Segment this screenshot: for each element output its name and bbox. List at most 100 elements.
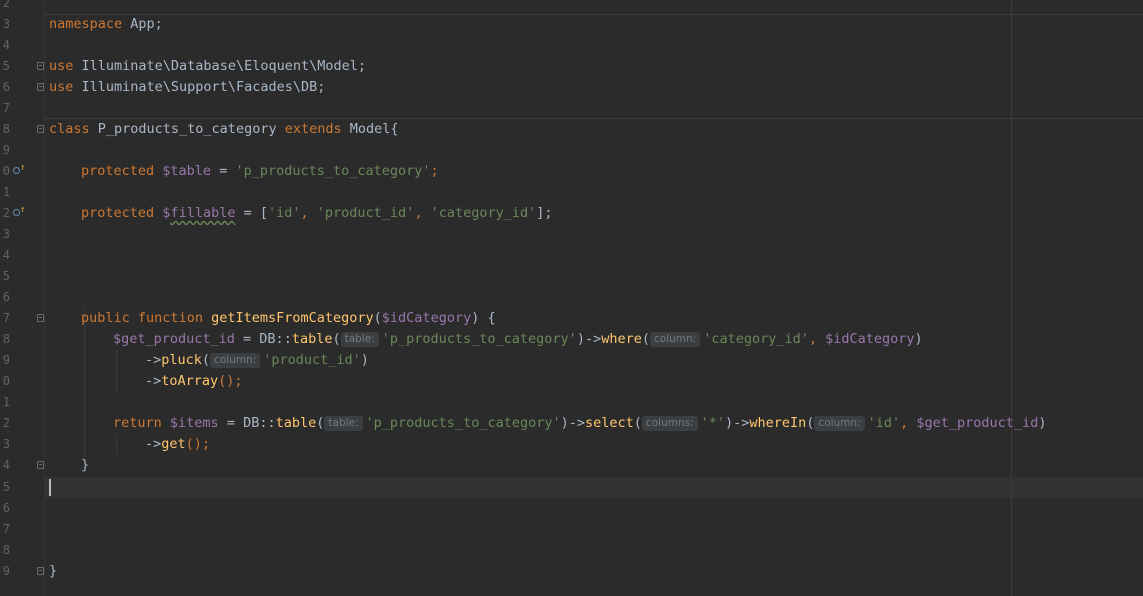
gutter-row[interactable]: 8 xyxy=(0,119,44,140)
parameter-hint: column: xyxy=(650,332,701,347)
gutter-row[interactable]: 0 xyxy=(0,371,44,392)
gutter-row[interactable]: 5 xyxy=(0,266,44,287)
variable: $idCategory xyxy=(825,331,915,347)
code-line-get: ->get(); xyxy=(145,434,210,455)
comma: , xyxy=(808,331,826,347)
gutter-row[interactable]: 0 ↑ xyxy=(0,161,44,182)
string: 'p_products_to_category' xyxy=(365,415,561,431)
line-number: 3 xyxy=(2,437,10,451)
gutter-row[interactable]: 2 xyxy=(0,0,44,14)
fold-marker-icon[interactable] xyxy=(37,125,44,133)
code-text: = xyxy=(211,163,236,179)
line-number: 7 xyxy=(2,101,10,115)
gutter-row[interactable]: 6 xyxy=(0,77,44,98)
overrides-icon[interactable] xyxy=(13,167,20,174)
variable: $get_product_id xyxy=(113,331,235,347)
line-number: 8 xyxy=(2,332,10,346)
keyword: extends xyxy=(284,121,342,137)
gutter-row[interactable]: 4 xyxy=(0,455,44,476)
gutter-row[interactable]: 7 xyxy=(0,519,44,540)
class-name: P_products_to_category xyxy=(89,121,285,137)
comma: , xyxy=(300,205,317,221)
gutter-row[interactable]: 8 xyxy=(0,540,44,561)
gutter-row[interactable]: 1 xyxy=(0,182,44,203)
gutter-row[interactable]: 8 xyxy=(0,329,44,350)
line-number: 6 xyxy=(2,290,10,304)
string: 'category_id' xyxy=(430,205,537,221)
method-call: table xyxy=(291,331,333,347)
line-number: 7 xyxy=(2,311,10,325)
fold-marker-icon[interactable] xyxy=(37,461,44,469)
line-number: 3 xyxy=(2,17,10,31)
code-text: = DB:: xyxy=(218,415,276,431)
keyword: protected xyxy=(81,163,155,179)
variable: $get_product_id xyxy=(916,415,1039,431)
string: 'id' xyxy=(867,415,901,431)
function-name: getItemsFromCategory xyxy=(211,310,374,326)
code-line-fillable-prop: protected $fillable = ['id', 'product_id… xyxy=(81,203,553,224)
fold-marker-icon[interactable] xyxy=(37,62,44,70)
line-number: 5 xyxy=(2,480,10,494)
fold-marker-icon[interactable] xyxy=(37,83,44,91)
keyword: public xyxy=(81,310,130,326)
parameter-hint: table: xyxy=(340,332,379,347)
gutter-row[interactable]: 9 xyxy=(0,561,44,582)
line-number: 9 xyxy=(2,353,10,367)
method-call: toArray xyxy=(161,373,219,389)
line-number: 8 xyxy=(2,543,10,557)
method-call: select xyxy=(585,415,634,431)
line-number: 9 xyxy=(2,564,10,578)
gutter-row[interactable]: 6 xyxy=(0,498,44,519)
line-number: 4 xyxy=(2,458,10,472)
gutter-row[interactable]: 4 xyxy=(0,245,44,266)
fold-marker-icon[interactable] xyxy=(37,314,44,322)
code-text: ) xyxy=(360,352,369,368)
comma: , xyxy=(900,415,917,431)
code-text: ) xyxy=(1038,415,1047,431)
gutter-row[interactable]: 3 xyxy=(0,434,44,455)
variable: $items xyxy=(169,415,219,431)
gutter-row[interactable]: 9 xyxy=(0,140,44,161)
code-text: (); xyxy=(185,436,211,452)
gutter-row[interactable]: 6 xyxy=(0,287,44,308)
fold-marker-icon[interactable] xyxy=(37,567,44,575)
code-line-namespace: namespace App; xyxy=(49,14,163,35)
overrides-icon[interactable] xyxy=(13,209,20,216)
gutter-row[interactable]: 5 xyxy=(0,56,44,77)
keyword: use xyxy=(49,58,74,74)
code-text: App; xyxy=(122,16,163,32)
code-line-use-model: use Illuminate\Database\Eloquent\Model; xyxy=(49,56,366,77)
keyword: return xyxy=(113,415,162,431)
code-line-return: return $items = DB::table(table:'p_produ… xyxy=(113,413,1046,434)
code-text: (); xyxy=(218,373,243,389)
gutter-row[interactable]: 9 xyxy=(0,350,44,371)
code-text: ( xyxy=(633,415,642,431)
gutter-row[interactable]: 3 xyxy=(0,14,44,35)
code-text: ]; xyxy=(536,205,553,221)
string: 'id' xyxy=(267,205,301,221)
code-text: Model{ xyxy=(341,121,399,137)
code-line-function-close: } xyxy=(81,455,89,476)
code-editor[interactable]: namespace App; use Illuminate\Database\E… xyxy=(45,0,1143,596)
gutter-row[interactable]: 3 xyxy=(0,224,44,245)
code-text: )-> xyxy=(576,331,602,347)
editor-gutter: 2 3 4 5 6 7 8 9 0 ↑ 1 2 ↑ 3 4 5 6 7 8 9 0 1 2 3 4 5 6 7 8 9 xyxy=(0,0,44,596)
gutter-row[interactable]: 7 xyxy=(0,308,44,329)
string: 'p_products_to_category' xyxy=(235,163,431,179)
gutter-row[interactable]: 7 xyxy=(0,98,44,119)
code-text: )-> xyxy=(560,415,585,431)
gutter-row[interactable]: 2 ↑ xyxy=(0,203,44,224)
line-number: 7 xyxy=(2,522,10,536)
code-text: ( xyxy=(201,352,211,368)
code-text: Illuminate\Database\Eloquent\Model; xyxy=(73,58,366,74)
code-text: -> xyxy=(145,352,162,368)
gutter-row[interactable]: 2 xyxy=(0,413,44,434)
gutter-row[interactable]: 4 xyxy=(0,35,44,56)
parameter-hint: columns: xyxy=(641,416,698,431)
gutter-row[interactable]: 5 xyxy=(0,477,44,498)
code-text: ( xyxy=(316,415,325,431)
code-text: ( xyxy=(332,331,341,347)
gutter-row[interactable]: 1 xyxy=(0,392,44,413)
semicolon: ; xyxy=(430,163,439,179)
string: 'product_id' xyxy=(263,352,361,368)
